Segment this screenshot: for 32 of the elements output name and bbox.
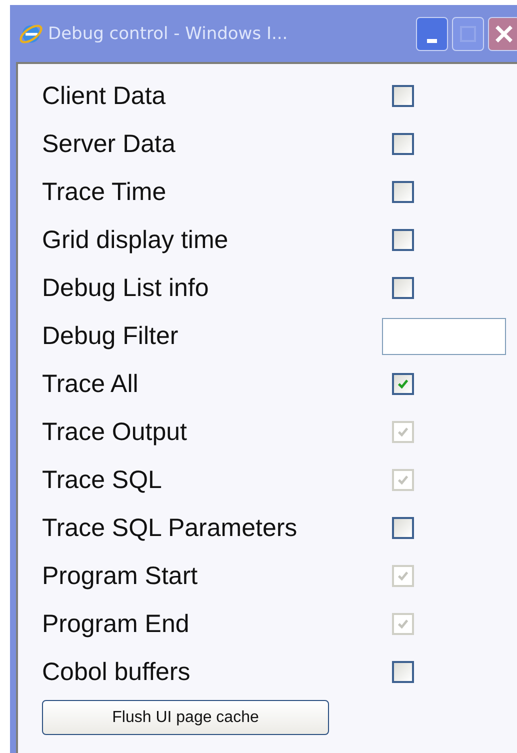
option-label: Cobol buffers (42, 657, 192, 688)
option-label: Debug Filter (42, 321, 180, 352)
close-button[interactable] (488, 16, 517, 50)
option-label: Program End (42, 609, 190, 640)
checkbox[interactable] (392, 661, 414, 683)
option-label: Trace SQL (42, 465, 163, 496)
minimize-button[interactable] (416, 16, 448, 50)
checkbox[interactable] (392, 85, 414, 107)
checkbox[interactable] (392, 229, 414, 251)
filter-field[interactable] (382, 318, 506, 354)
checkmark-icon (397, 618, 409, 630)
checkmark-icon (397, 474, 409, 486)
checkbox[interactable] (392, 517, 414, 539)
close-icon (495, 24, 513, 42)
option-label: Debug List info (42, 273, 210, 304)
window-title: Debug control - Windows I... (48, 24, 289, 44)
checkmark-icon (397, 378, 409, 390)
checkmark-icon (397, 426, 409, 438)
checkmark-icon (397, 570, 409, 582)
checkbox[interactable] (392, 133, 414, 155)
option-label: Client Data (42, 81, 167, 112)
option-label: Server Data (42, 129, 176, 160)
option-label: Program Start (42, 561, 199, 592)
option-label: Trace Output (42, 417, 188, 448)
option-label: Trace Time (42, 177, 168, 208)
checkbox[interactable] (392, 373, 414, 395)
option-label: Grid display time (42, 225, 230, 256)
option-label: Trace All (42, 369, 140, 400)
option-label: Trace SQL Parameters (42, 513, 298, 544)
checkbox[interactable] (392, 277, 414, 299)
checkbox[interactable] (392, 181, 414, 203)
flush-button[interactable]: Flush UI page cache (42, 700, 329, 735)
